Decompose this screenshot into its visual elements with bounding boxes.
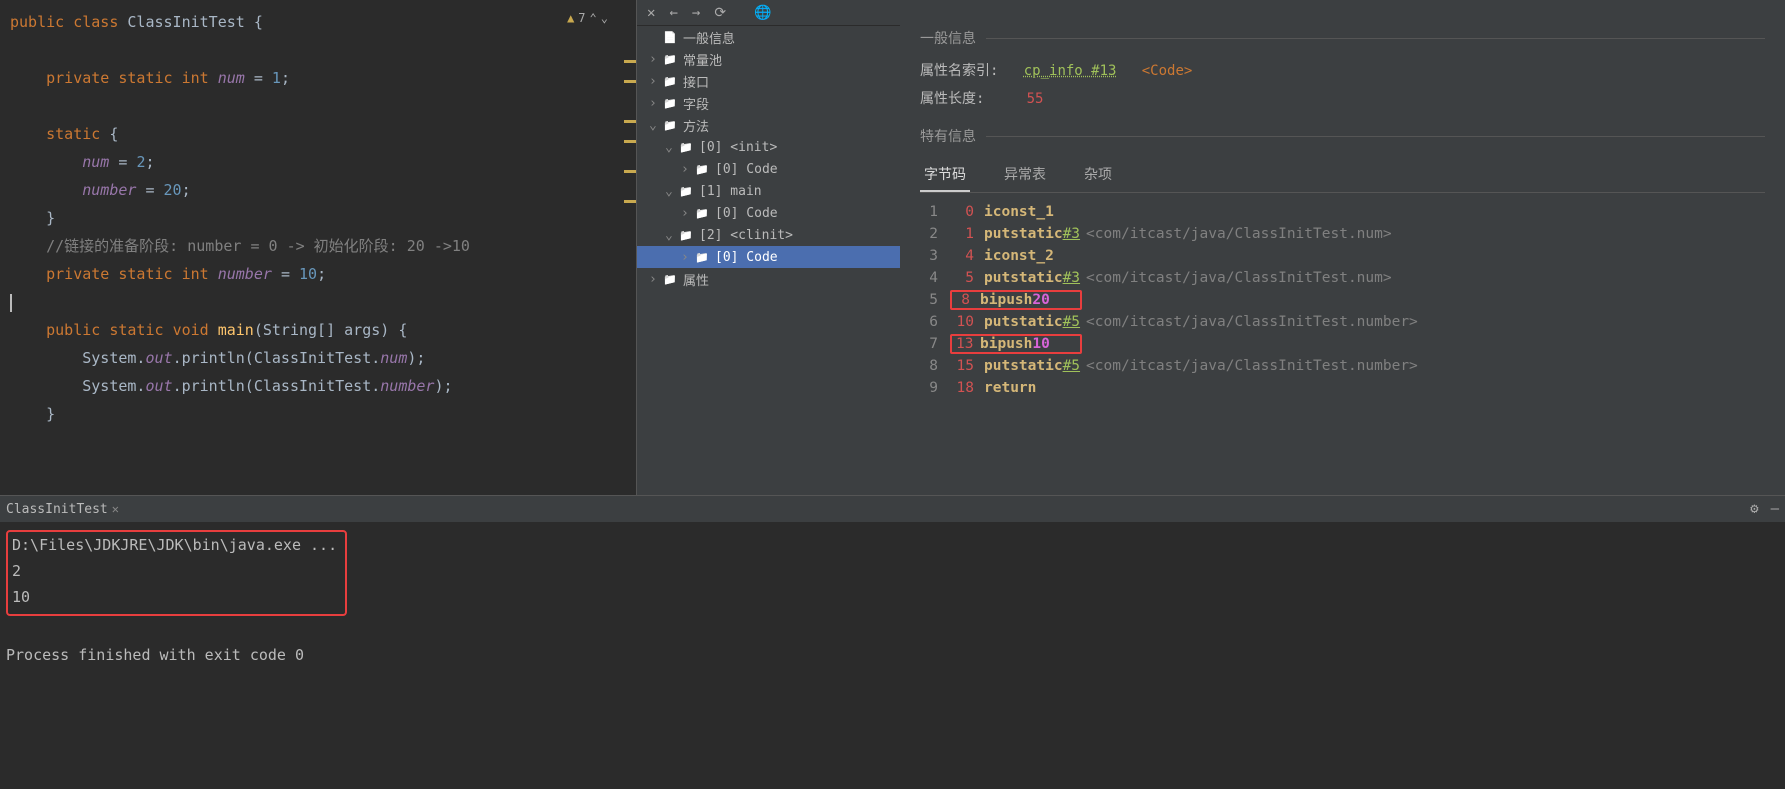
bytecode-row[interactable]: 610putstatic #5<com/itcast/java/ClassIni… (920, 311, 1765, 333)
bytecode-table[interactable]: 10iconst_121putstatic #3<com/itcast/java… (920, 201, 1765, 399)
tree-toolbar: ✕ ← → ⟳ 🌐 (637, 0, 900, 26)
gear-icon[interactable]: ⚙ (1750, 501, 1758, 517)
tree-node-init-code[interactable]: ›[0] Code (637, 158, 900, 180)
minimize-icon[interactable]: — (1771, 501, 1779, 517)
folder-icon (663, 272, 679, 287)
close-icon[interactable]: ✕ (112, 502, 119, 516)
bytecode-row[interactable]: 21putstatic #3<com/itcast/java/ClassInit… (920, 223, 1765, 245)
attr-name-link[interactable]: cp_info #13 (1024, 63, 1117, 79)
file-icon (663, 30, 679, 45)
section-general: 一般信息 (920, 28, 1765, 48)
bytecode-row[interactable]: 45putstatic #3<com/itcast/java/ClassInit… (920, 267, 1765, 289)
back-icon[interactable]: ← (669, 5, 677, 21)
section-special: 特有信息 (920, 126, 1765, 146)
bytecode-row[interactable]: 815putstatic #5<com/itcast/java/ClassIni… (920, 355, 1765, 377)
tree-node-method-clinit[interactable]: ⌄[2] <clinit> (637, 224, 900, 246)
globe-icon[interactable]: 🌐 (754, 5, 771, 21)
bytecode-row[interactable]: 10iconst_1 (920, 201, 1765, 223)
tab-exceptions[interactable]: 异常表 (1000, 158, 1050, 192)
tree-node-fields[interactable]: ›字段 (637, 92, 900, 114)
bytecode-row[interactable]: 58 bipush 20 (920, 289, 1765, 311)
tree-node-method-init[interactable]: ⌄[0] <init> (637, 136, 900, 158)
run-tool-window: ClassInitTest ✕ ⚙ — D:\Files\JDKJRE\JDK\… (0, 495, 1785, 789)
tab-bytecode[interactable]: 字节码 (920, 158, 970, 192)
constpool-ref[interactable]: #5 (1063, 358, 1080, 374)
chevron-down-icon: ⌄ (601, 4, 608, 32)
tree-node-general[interactable]: 一般信息 (637, 26, 900, 48)
run-tab[interactable]: ClassInitTest ✕ (6, 502, 119, 517)
folder-icon (679, 140, 695, 155)
folder-icon (679, 228, 695, 243)
bytecode-row[interactable]: 713 bipush 10 (920, 333, 1765, 355)
constpool-ref[interactable]: #5 (1063, 314, 1080, 330)
forward-icon[interactable]: → (692, 5, 700, 21)
marker-stripe[interactable] (616, 0, 636, 495)
constpool-ref[interactable]: #3 (1063, 270, 1080, 286)
tree-node-clinit-code[interactable]: ›[0] Code (637, 246, 900, 268)
folder-icon (695, 162, 711, 177)
tree-node-attributes[interactable]: ›属性 (637, 268, 900, 290)
attr-name-row: 属性名索引: cp_info #13 <Code> (920, 60, 1765, 80)
bytecode-row[interactable]: 918return (920, 377, 1765, 399)
run-tabs-bar: ClassInitTest ✕ ⚙ — (0, 496, 1785, 522)
tree-node-methods[interactable]: ⌄方法 (637, 114, 900, 136)
warning-count: 7 (578, 4, 585, 32)
folder-icon (663, 118, 679, 133)
console-highlight-box: D:\Files\JDKJRE\JDK\bin\java.exe ... 2 1… (6, 530, 347, 616)
console-output[interactable]: D:\Files\JDKJRE\JDK\bin\java.exe ... 2 1… (0, 522, 1785, 789)
tree-node-main-code[interactable]: ›[0] Code (637, 202, 900, 224)
folder-icon (663, 96, 679, 111)
warning-icon: ▲ (567, 4, 574, 32)
attribute-info-panel: 一般信息 属性名索引: cp_info #13 <Code> 属性长度: 55 … (900, 0, 1785, 495)
close-icon[interactable]: ✕ (647, 5, 655, 21)
inspection-badge[interactable]: ▲ 7 ⌃ ⌄ (567, 4, 608, 32)
chevron-up-icon: ⌃ (590, 4, 597, 32)
folder-icon (663, 52, 679, 67)
class-structure-tree[interactable]: ✕ ← → ⟳ 🌐 一般信息 ›常量池 ›接口 ›字段 ⌄方法 ⌄[0] <in… (636, 0, 900, 495)
constpool-ref[interactable]: #3 (1063, 226, 1080, 242)
folder-icon (695, 206, 711, 221)
bytecode-tabs: 字节码 异常表 杂项 (920, 158, 1765, 193)
attr-length-row: 属性长度: 55 (920, 88, 1765, 108)
tree-node-interfaces[interactable]: ›接口 (637, 70, 900, 92)
folder-icon (695, 250, 711, 265)
tree-node-constpool[interactable]: ›常量池 (637, 48, 900, 70)
refresh-icon[interactable]: ⟳ (714, 5, 726, 21)
bytecode-row[interactable]: 34iconst_2 (920, 245, 1765, 267)
code-editor[interactable]: ▲ 7 ⌃ ⌄ public class ClassInitTest { pri… (0, 0, 636, 495)
tab-misc[interactable]: 杂项 (1080, 158, 1116, 192)
folder-icon (663, 74, 679, 89)
folder-icon (679, 184, 695, 199)
tree-node-method-main[interactable]: ⌄[1] main (637, 180, 900, 202)
